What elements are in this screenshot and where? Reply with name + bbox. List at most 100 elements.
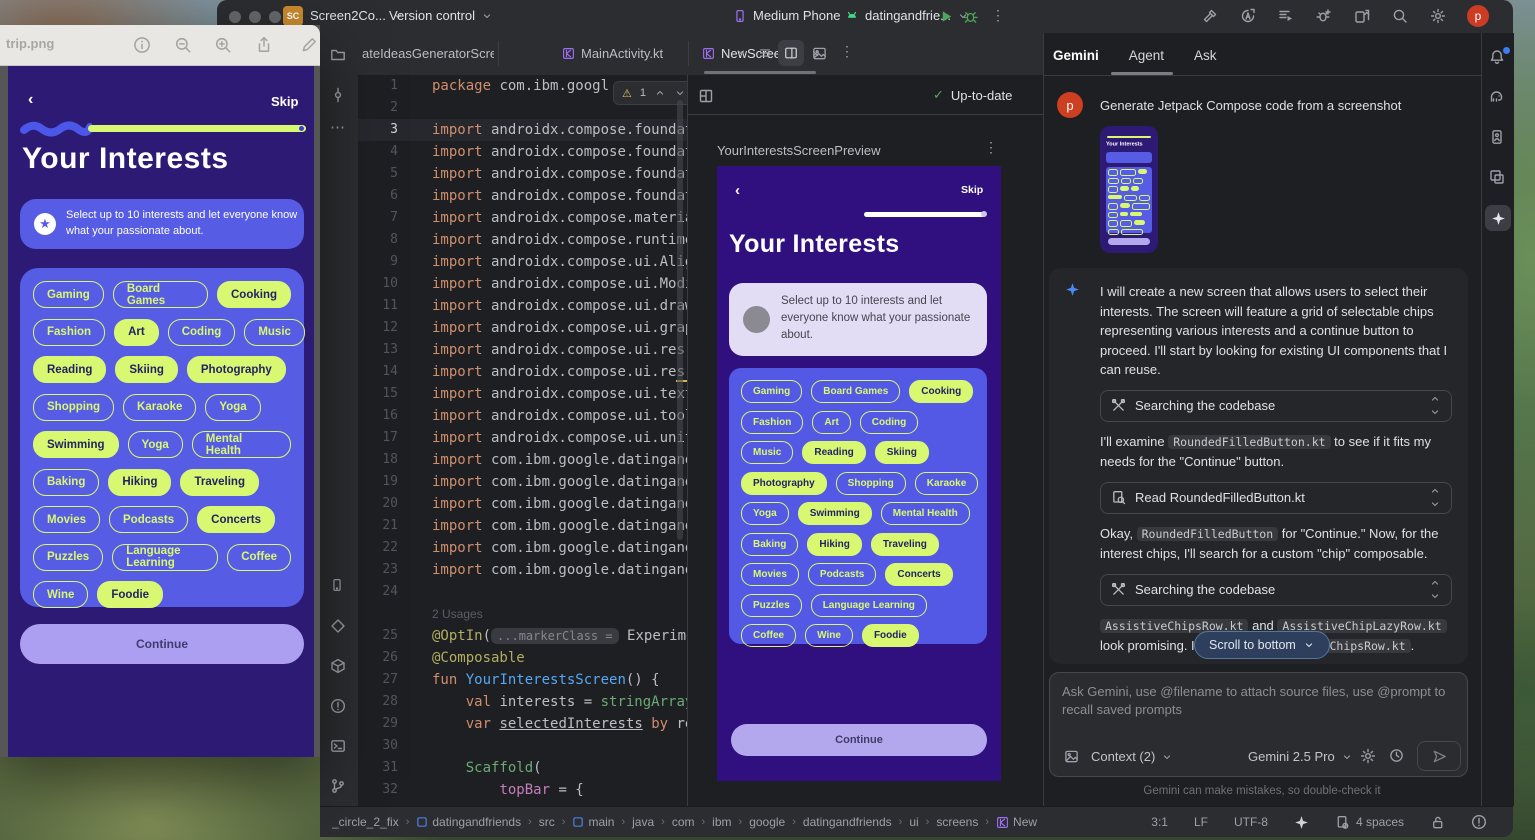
breadcrumb-item[interactable]: google	[749, 815, 785, 829]
interest-chip[interactable]: Traveling	[871, 533, 939, 556]
split-editor-toggle[interactable]	[778, 40, 804, 66]
interest-chip[interactable]: Yoga	[741, 502, 789, 525]
interest-chip[interactable]: Wine	[805, 624, 853, 647]
prev-problem-icon[interactable]	[654, 87, 666, 99]
context-selector[interactable]: Context (2)	[1091, 749, 1173, 764]
editor-more-icon[interactable]: ⋮	[840, 43, 854, 60]
interest-chip[interactable]: Music	[741, 441, 793, 464]
elephant-icon[interactable]	[1489, 89, 1505, 105]
vcs-widget[interactable]: Version control	[389, 8, 493, 23]
editor-scrollbar[interactable]	[677, 100, 683, 540]
tab-gemini[interactable]: Gemini	[1053, 48, 1099, 63]
breadcrumb-item[interactable]: ui	[909, 815, 918, 829]
tool-call-row[interactable]: Searching the codebase	[1100, 390, 1452, 422]
history-icon[interactable]	[1389, 748, 1404, 763]
tool-call-row[interactable]: Read RoundedFilledButton.kt	[1100, 482, 1452, 514]
interest-chip[interactable]: Coding	[860, 411, 918, 434]
breadcrumb-item[interactable]: com	[672, 815, 695, 829]
layout-inspector-icon[interactable]	[1489, 169, 1505, 185]
breadcrumb-item[interactable]: datingandfriends	[803, 815, 892, 829]
interest-chip[interactable]: Hiking	[807, 533, 862, 556]
next-problem-icon[interactable]	[674, 87, 686, 99]
search-icon[interactable]	[1392, 8, 1408, 24]
tab-options-icon[interactable]	[758, 46, 772, 60]
share-icon[interactable]	[255, 36, 273, 54]
breadcrumb-item[interactable]: New	[996, 815, 1037, 829]
zoom-in-icon[interactable]	[214, 36, 232, 54]
breadcrumb-item[interactable]: _circle_2_fix	[332, 815, 399, 829]
interest-chip[interactable]: Mental Health	[881, 502, 970, 525]
interest-chip[interactable]: Language Learning	[811, 594, 927, 617]
continue-button[interactable]: Continue	[731, 724, 987, 756]
device-manager-icon[interactable]	[330, 578, 344, 592]
user-avatar[interactable]: p	[1467, 5, 1489, 27]
interest-chip[interactable]: Reading	[802, 441, 865, 464]
zoom-out-icon[interactable]	[174, 36, 192, 54]
interest-chip[interactable]: Karaoke	[915, 472, 978, 495]
tab-list-dropdown-icon[interactable]	[735, 46, 747, 58]
interest-chip[interactable]: Board Games	[811, 380, 900, 403]
running-devices-icon[interactable]	[1489, 129, 1505, 145]
gemini-status-icon[interactable]	[1294, 815, 1309, 830]
interest-chip[interactable]: Gaming	[741, 380, 802, 403]
expand-collapse-icon[interactable]	[1429, 393, 1441, 418]
resource-manager-icon[interactable]	[330, 618, 346, 634]
markup-icon[interactable]	[300, 36, 318, 54]
preview-name-label[interactable]: YourInterestsScreenPreview	[717, 143, 881, 158]
send-button[interactable]	[1417, 741, 1461, 771]
line-separator[interactable]: LF	[1194, 815, 1208, 829]
interest-chip[interactable]: Swimming	[798, 502, 872, 525]
interest-chip[interactable]: Coffee	[741, 624, 796, 647]
sparkle-icon[interactable]	[1485, 205, 1511, 231]
breadcrumb[interactable]: _circle_2_fix›datingandfriends›src›main›…	[332, 815, 1037, 829]
preview-more-icon[interactable]: ⋮	[984, 139, 998, 156]
interest-chip[interactable]: Movies	[741, 563, 799, 586]
expand-collapse-icon[interactable]	[1429, 485, 1441, 510]
debug-button[interactable]	[963, 9, 978, 24]
interest-chip[interactable]: Cooking	[909, 380, 973, 403]
status-problems-icon[interactable]	[1471, 814, 1487, 830]
model-selector[interactable]: Gemini 2.5 Pro	[1248, 749, 1353, 764]
write-access-icon[interactable]	[1430, 815, 1445, 830]
inspections-widget[interactable]: ⚠ 1	[613, 81, 687, 105]
screenshot-thumbnail[interactable]: Your Interests	[1100, 126, 1158, 253]
gear-icon[interactable]	[1430, 8, 1446, 24]
interest-chip[interactable]: Art	[812, 411, 850, 434]
file-encoding[interactable]: UTF-8	[1234, 815, 1268, 829]
run-button[interactable]	[939, 9, 954, 24]
preview-layout-icon[interactable]	[698, 88, 714, 104]
commit-icon[interactable]	[330, 87, 346, 103]
gemini-settings-icon[interactable]	[1360, 748, 1376, 764]
gemini-input-box[interactable]: Ask Gemini, use @filename to attach sour…	[1049, 672, 1468, 777]
run-dashboard-icon[interactable]	[1278, 8, 1294, 24]
interest-chip[interactable]: Baking	[741, 533, 798, 556]
tab-mainactivity[interactable]: MainActivity.kt	[562, 33, 663, 74]
tab-dateideasgeneratorscreen[interactable]: ateIdeasGeneratorScreen.kt	[362, 33, 494, 74]
interest-chip[interactable]: Foodie	[862, 624, 919, 647]
interest-chip[interactable]: Shopping	[836, 472, 906, 495]
problems-icon[interactable]	[330, 698, 346, 714]
build-hammer-icon[interactable]	[1202, 8, 1218, 24]
caret-position[interactable]: 3:1	[1151, 815, 1168, 829]
tab-ask[interactable]: Ask	[1194, 48, 1217, 63]
indent-widget[interactable]: 4 spaces	[1335, 815, 1404, 830]
interest-chip[interactable]: Podcasts	[808, 563, 876, 586]
tool-call-row[interactable]: Searching the codebase	[1100, 574, 1452, 606]
skip-button[interactable]: Skip	[961, 184, 983, 196]
interest-chip[interactable]: Skiing	[875, 441, 929, 464]
back-icon[interactable]: ‹	[735, 182, 740, 199]
version-control-icon[interactable]	[330, 778, 346, 794]
attach-image-icon[interactable]	[1064, 749, 1079, 764]
interest-chip[interactable]: Fashion	[741, 411, 803, 434]
device-selector[interactable]: Medium Phone	[733, 8, 858, 23]
interest-chip[interactable]: Photography	[741, 472, 827, 495]
breadcrumb-item[interactable]: src	[539, 815, 555, 829]
interest-chip[interactable]: Concerts	[885, 563, 952, 586]
breadcrumb-item[interactable]: datingandfriends	[416, 815, 521, 829]
build-icon[interactable]	[330, 658, 346, 674]
scroll-to-bottom-button[interactable]: Scroll to bottom	[1194, 631, 1330, 659]
tab-agent[interactable]: Agent	[1129, 48, 1164, 63]
preview-image-icon[interactable]	[812, 46, 827, 61]
terminal-icon[interactable]	[330, 738, 346, 754]
project-icon[interactable]	[330, 47, 346, 63]
